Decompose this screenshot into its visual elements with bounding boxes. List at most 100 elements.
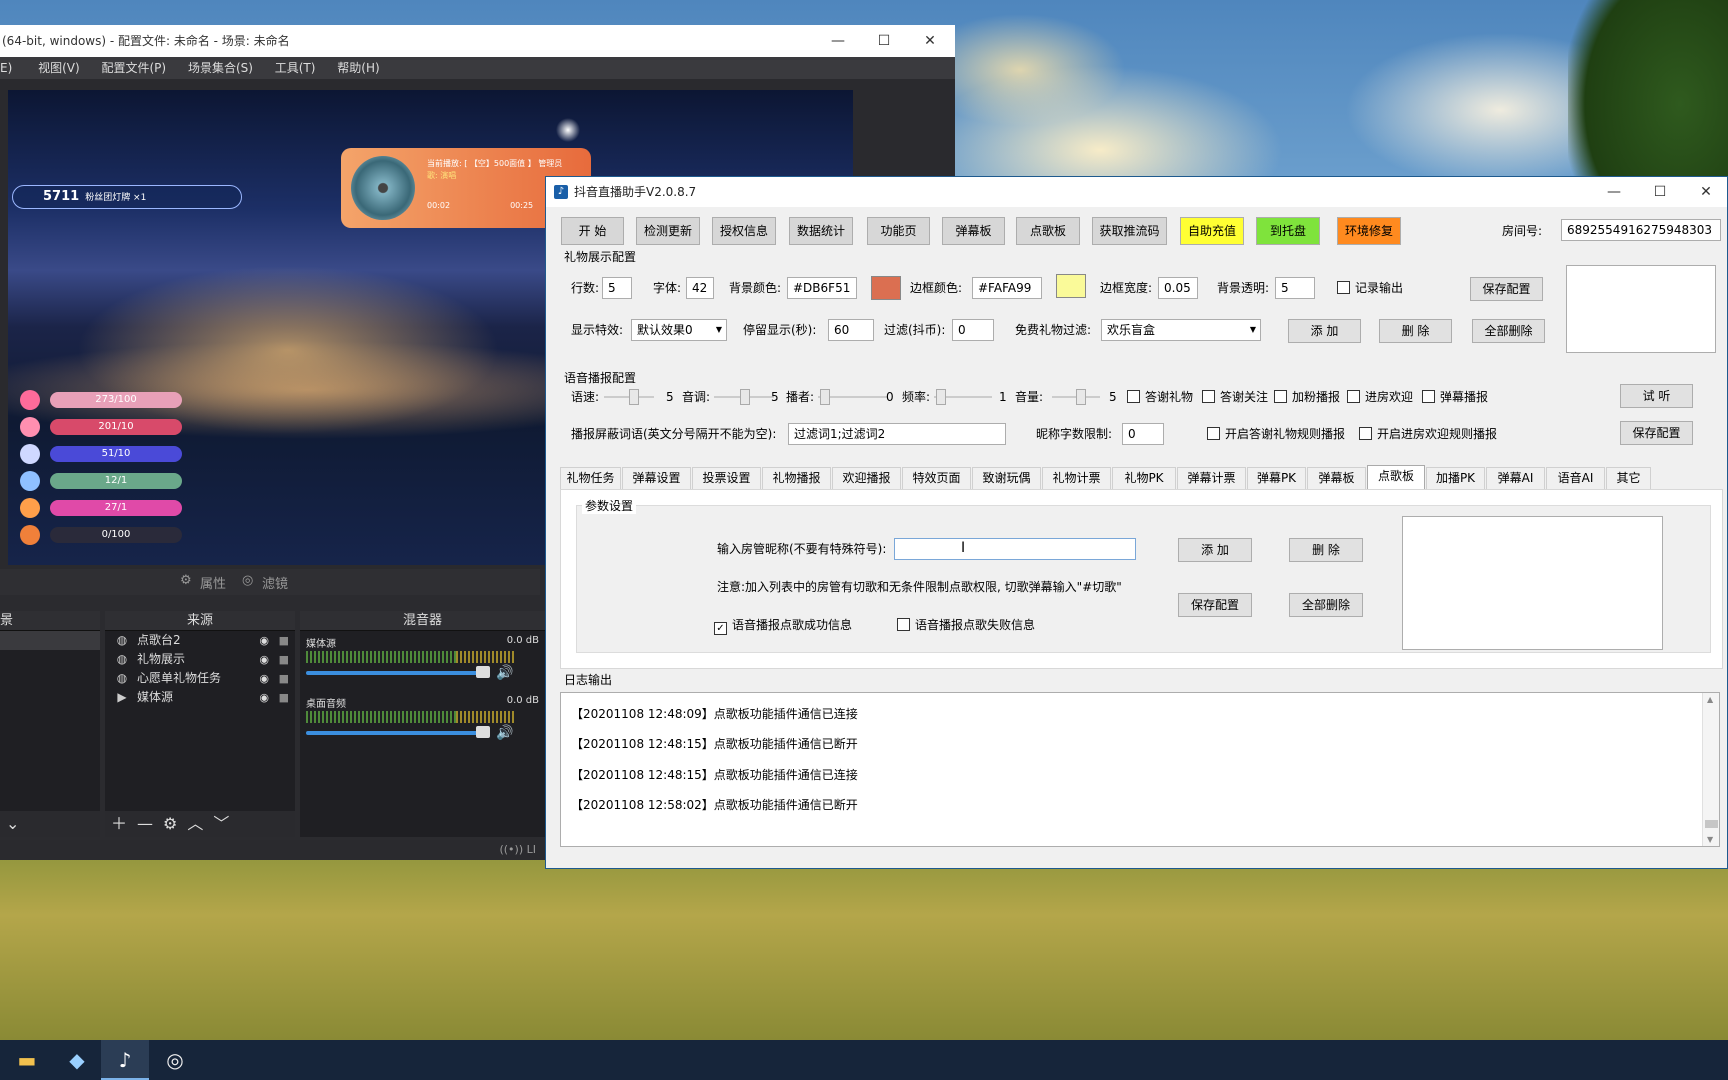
checkbox-box[interactable]: ✓: [714, 622, 727, 635]
obs-icon[interactable]: ◎: [151, 1040, 199, 1080]
filter-icon[interactable]: ◎: [242, 573, 253, 588]
menu-tools[interactable]: 工具(T): [275, 61, 316, 75]
checkbox-box[interactable]: [1347, 390, 1360, 403]
freq-slider[interactable]: [934, 387, 992, 407]
free-filter-select[interactable]: 欢乐盲盒 ▼: [1101, 319, 1261, 341]
gear-icon[interactable]: ⚙: [180, 573, 192, 588]
rule-gift-checkbox[interactable]: 开启答谢礼物规则播报: [1207, 425, 1345, 443]
menu-edit[interactable]: E): [0, 61, 12, 75]
rule-welcome-checkbox[interactable]: 开启进房欢迎规则播报: [1359, 425, 1497, 443]
bg-color-field[interactable]: #DB6F51: [787, 277, 857, 299]
admin-nickname-input[interactable]: [894, 538, 1136, 560]
to-tray-button[interactable]: 到托盘: [1256, 217, 1320, 245]
scroll-up-icon[interactable]: ▲: [1707, 695, 1713, 704]
coin-filter-field[interactable]: 0: [952, 319, 994, 341]
eye-icon[interactable]: ◉: [259, 688, 269, 707]
border-color-field[interactable]: #FAFA99: [972, 277, 1042, 299]
bg-color-swatch[interactable]: [871, 276, 901, 300]
add-icon[interactable]: ＋: [111, 814, 127, 833]
remove-icon[interactable]: —: [137, 814, 153, 833]
listen-button[interactable]: 试 听: [1620, 384, 1693, 408]
source-item[interactable]: ▶ 媒体源 ◉ ■: [105, 688, 295, 707]
lock-icon[interactable]: ■: [279, 631, 289, 650]
menu-view[interactable]: 视图(V): [38, 61, 80, 75]
danmaku-announce-checkbox[interactable]: 弹幕播报: [1422, 388, 1488, 406]
volume-slider[interactable]: [306, 731, 486, 735]
params-save-config-button[interactable]: 保存配置: [1178, 593, 1252, 617]
room-id-field[interactable]: 6892554916275948303: [1561, 219, 1721, 241]
stay-seconds-field[interactable]: 60: [828, 319, 874, 341]
checkbox-box[interactable]: [1422, 390, 1435, 403]
gift-delete-all-button[interactable]: 全部删除: [1472, 319, 1545, 343]
lock-icon[interactable]: ■: [279, 650, 289, 669]
block-words-field[interactable]: 过滤词1;过滤词2: [788, 423, 1006, 445]
start-button[interactable]: 开 始: [561, 217, 624, 245]
speaker-icon[interactable]: 🔊: [496, 665, 513, 681]
admin-add-button[interactable]: 添 加: [1178, 538, 1252, 562]
slider-thumb[interactable]: [740, 389, 750, 405]
volume-slider-handle[interactable]: [476, 666, 490, 678]
gift-delete-button[interactable]: 删 除: [1379, 319, 1452, 343]
check-update-button[interactable]: 检测更新: [636, 217, 700, 245]
file-explorer-icon[interactable]: ▬: [3, 1040, 51, 1080]
song-board-button[interactable]: 点歌板: [1016, 217, 1080, 245]
gift-save-config-button[interactable]: 保存配置: [1470, 277, 1543, 301]
scrollbar-thumb[interactable]: [1705, 820, 1718, 828]
tab-danmaku-board[interactable]: 弹幕板: [1307, 467, 1366, 489]
menu-help[interactable]: 帮助(H): [337, 61, 379, 75]
slider-thumb[interactable]: [936, 389, 946, 405]
douyin-helper-icon[interactable]: ♪: [101, 1040, 149, 1080]
license-button[interactable]: 授权信息: [712, 217, 776, 245]
tab-effect-page[interactable]: 特效页面: [902, 467, 971, 489]
tab-danmaku-vote[interactable]: 弹幕计票: [1177, 467, 1246, 489]
thank-follow-checkbox[interactable]: 答谢关注: [1202, 388, 1268, 406]
tab-danmaku-settings[interactable]: 弹幕设置: [622, 467, 691, 489]
filter-label[interactable]: 滤镜: [262, 573, 288, 592]
move-down-icon[interactable]: ﹀: [213, 814, 229, 833]
fan-announce-checkbox[interactable]: 加粉播报: [1274, 388, 1340, 406]
notepad-icon[interactable]: ◆: [53, 1040, 101, 1080]
checkbox-box[interactable]: [1202, 390, 1215, 403]
danmaku-board-button[interactable]: 弹幕板: [942, 217, 1005, 245]
tab-gift-vote[interactable]: 礼物计票: [1042, 467, 1111, 489]
checkbox-box[interactable]: [1274, 390, 1287, 403]
checkbox-box[interactable]: [1359, 427, 1372, 440]
minimize-icon[interactable]: —: [1591, 177, 1637, 207]
volume-slider-handle[interactable]: [476, 726, 490, 738]
nick-limit-field[interactable]: 0: [1122, 423, 1164, 445]
speaker-slider[interactable]: [818, 387, 888, 407]
volume-slider[interactable]: [1052, 387, 1100, 407]
menu-profile[interactable]: 配置文件(P): [102, 61, 167, 75]
volume-slider[interactable]: [306, 671, 486, 675]
voice-save-config-button[interactable]: 保存配置: [1620, 421, 1693, 445]
record-output-checkbox[interactable]: 记录输出: [1337, 279, 1403, 297]
voice-success-checkbox[interactable]: ✓ 语音播报点歌成功信息: [714, 616, 852, 635]
maximize-icon[interactable]: ☐: [861, 25, 907, 57]
admin-listbox[interactable]: [1402, 516, 1663, 650]
checkbox-box[interactable]: [897, 618, 910, 631]
checkbox-box[interactable]: [1207, 427, 1220, 440]
chevron-down-icon[interactable]: ⌄: [6, 814, 19, 833]
menu-scene-collection[interactable]: 场景集合(S): [188, 61, 253, 75]
source-item[interactable]: ◍ 点歌台2 ◉ ■: [105, 631, 295, 650]
log-output[interactable]: 【20201108 12:48:09】点歌板功能插件通信已连接 【2020110…: [560, 692, 1720, 847]
env-repair-button[interactable]: 环境修复: [1337, 217, 1401, 245]
get-stream-key-button[interactable]: 获取推流码: [1092, 217, 1167, 245]
tab-gift-pk[interactable]: 礼物PK: [1112, 467, 1176, 489]
border-width-field[interactable]: 0.05: [1158, 277, 1198, 299]
properties-label[interactable]: 属性: [200, 573, 226, 592]
function-page-button[interactable]: 功能页: [867, 217, 930, 245]
move-up-icon[interactable]: ︿: [187, 814, 203, 833]
tab-extra-pk[interactable]: 加播PK: [1426, 467, 1485, 489]
tab-voice-ai[interactable]: 语音AI: [1546, 467, 1605, 489]
minimize-icon[interactable]: —: [815, 25, 861, 57]
tab-other[interactable]: 其它: [1606, 467, 1651, 489]
tab-welcome-announce[interactable]: 欢迎播报: [832, 467, 901, 489]
eye-icon[interactable]: ◉: [259, 669, 269, 688]
gift-add-button[interactable]: 添 加: [1288, 319, 1361, 343]
speed-slider[interactable]: [604, 387, 654, 407]
thank-gift-checkbox[interactable]: 答谢礼物: [1127, 388, 1193, 406]
checkbox-box[interactable]: [1127, 390, 1140, 403]
bg-opacity-field[interactable]: 5: [1275, 277, 1315, 299]
scroll-down-icon[interactable]: ▼: [1707, 835, 1713, 844]
